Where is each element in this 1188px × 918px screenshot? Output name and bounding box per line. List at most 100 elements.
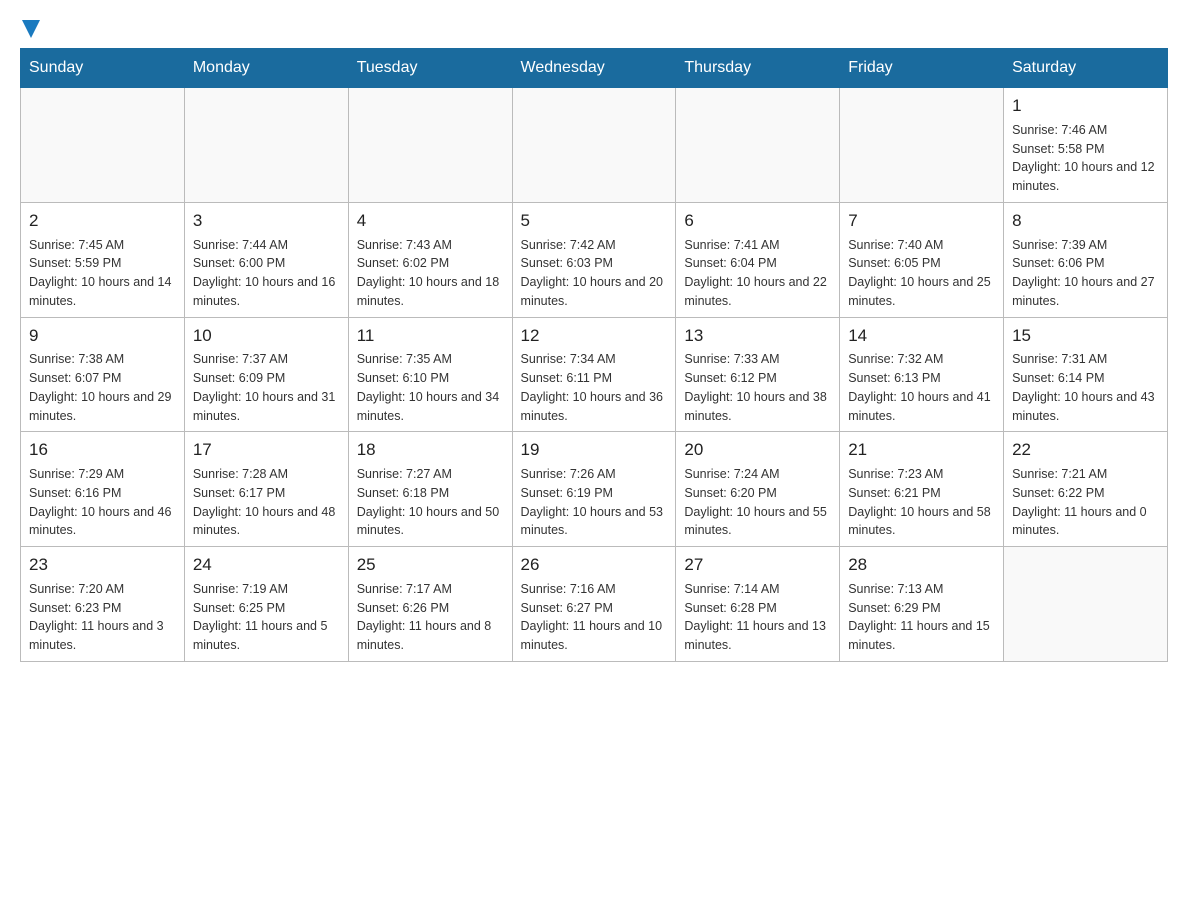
day-number: 15: [1012, 324, 1159, 348]
calendar-cell: 2 Sunrise: 7:45 AM Sunset: 5:59 PM Daylig…: [21, 202, 185, 317]
calendar-cell: 1 Sunrise: 7:46 AM Sunset: 5:58 PM Daylig…: [1004, 88, 1168, 203]
day-info: Sunrise: 7:35 AM Sunset: 6:10 PM Dayligh…: [357, 350, 504, 425]
day-info: Sunrise: 7:37 AM Sunset: 6:09 PM Dayligh…: [193, 350, 340, 425]
weekday-header-thursday: Thursday: [676, 49, 840, 88]
calendar-cell: 4 Sunrise: 7:43 AM Sunset: 6:02 PM Daylig…: [348, 202, 512, 317]
day-info: Sunrise: 7:13 AM Sunset: 6:29 PM Dayligh…: [848, 580, 995, 655]
day-number: 22: [1012, 438, 1159, 462]
calendar-cell: 18 Sunrise: 7:27 AM Sunset: 6:18 PM Dayli…: [348, 432, 512, 547]
day-info: Sunrise: 7:33 AM Sunset: 6:12 PM Dayligh…: [684, 350, 831, 425]
calendar-cell: [184, 88, 348, 203]
day-info: Sunrise: 7:20 AM Sunset: 6:23 PM Dayligh…: [29, 580, 176, 655]
day-number: 7: [848, 209, 995, 233]
calendar-cell: 11Sunrise: 7:35 AM Sunset: 6:10 PM Dayli…: [348, 317, 512, 432]
calendar-cell: 20Sunrise: 7:24 AM Sunset: 6:20 PM Dayli…: [676, 432, 840, 547]
logo: [20, 20, 40, 38]
day-number: 2: [29, 209, 176, 233]
day-number: 1: [1012, 94, 1159, 118]
day-info: Sunrise: 7:24 AM Sunset: 6:20 PM Dayligh…: [684, 465, 831, 540]
day-number: 3: [193, 209, 340, 233]
day-info: Sunrise: 7:38 AM Sunset: 6:07 PM Dayligh…: [29, 350, 176, 425]
calendar-cell: 17 Sunrise: 7:28 AM Sunset: 6:17 PM Dayli…: [184, 432, 348, 547]
day-number: 4: [357, 209, 504, 233]
calendar-cell: 16 Sunrise: 7:29 AM Sunset: 6:16 PM Dayli…: [21, 432, 185, 547]
day-info: Sunrise: 7:29 AM Sunset: 6:16 PM Dayligh…: [29, 465, 176, 540]
day-number: 26: [521, 553, 668, 577]
day-number: 17: [193, 438, 340, 462]
day-info: Sunrise: 7:34 AM Sunset: 6:11 PM Dayligh…: [521, 350, 668, 425]
calendar-table: SundayMondayTuesdayWednesdayThursdayFrid…: [20, 48, 1168, 662]
calendar-cell: [512, 88, 676, 203]
day-info: Sunrise: 7:26 AM Sunset: 6:19 PM Dayligh…: [521, 465, 668, 540]
calendar-cell: [348, 88, 512, 203]
day-info: Sunrise: 7:32 AM Sunset: 6:13 PM Dayligh…: [848, 350, 995, 425]
calendar-cell: 26 Sunrise: 7:16 AM Sunset: 6:27 PM Dayli…: [512, 547, 676, 662]
weekday-header-sunday: Sunday: [21, 49, 185, 88]
day-info: Sunrise: 7:39 AM Sunset: 6:06 PM Dayligh…: [1012, 236, 1159, 311]
calendar-cell: [21, 88, 185, 203]
calendar-cell: 19 Sunrise: 7:26 AM Sunset: 6:19 PM Dayli…: [512, 432, 676, 547]
week-row-2: 2 Sunrise: 7:45 AM Sunset: 5:59 PM Daylig…: [21, 202, 1168, 317]
day-number: 27: [684, 553, 831, 577]
calendar-cell: [676, 88, 840, 203]
calendar-cell: 25 Sunrise: 7:17 AM Sunset: 6:26 PM Dayli…: [348, 547, 512, 662]
day-number: 25: [357, 553, 504, 577]
calendar-cell: [840, 88, 1004, 203]
day-info: Sunrise: 7:31 AM Sunset: 6:14 PM Dayligh…: [1012, 350, 1159, 425]
calendar-cell: 28 Sunrise: 7:13 AM Sunset: 6:29 PM Dayli…: [840, 547, 1004, 662]
day-info: Sunrise: 7:43 AM Sunset: 6:02 PM Dayligh…: [357, 236, 504, 311]
day-number: 23: [29, 553, 176, 577]
day-number: 18: [357, 438, 504, 462]
calendar-cell: 7Sunrise: 7:40 AM Sunset: 6:05 PM Daylig…: [840, 202, 1004, 317]
calendar-cell: 10Sunrise: 7:37 AM Sunset: 6:09 PM Dayli…: [184, 317, 348, 432]
day-info: Sunrise: 7:46 AM Sunset: 5:58 PM Dayligh…: [1012, 121, 1159, 196]
day-number: 19: [521, 438, 668, 462]
day-number: 28: [848, 553, 995, 577]
calendar-cell: 15Sunrise: 7:31 AM Sunset: 6:14 PM Dayli…: [1004, 317, 1168, 432]
day-number: 21: [848, 438, 995, 462]
calendar-cell: 9Sunrise: 7:38 AM Sunset: 6:07 PM Daylig…: [21, 317, 185, 432]
day-info: Sunrise: 7:45 AM Sunset: 5:59 PM Dayligh…: [29, 236, 176, 311]
page-header: [20, 20, 1168, 38]
day-number: 24: [193, 553, 340, 577]
calendar-cell: 13Sunrise: 7:33 AM Sunset: 6:12 PM Dayli…: [676, 317, 840, 432]
day-info: Sunrise: 7:16 AM Sunset: 6:27 PM Dayligh…: [521, 580, 668, 655]
week-row-4: 16 Sunrise: 7:29 AM Sunset: 6:16 PM Dayli…: [21, 432, 1168, 547]
day-info: Sunrise: 7:19 AM Sunset: 6:25 PM Dayligh…: [193, 580, 340, 655]
calendar-cell: 22 Sunrise: 7:21 AM Sunset: 6:22 PM Dayli…: [1004, 432, 1168, 547]
calendar-cell: 24 Sunrise: 7:19 AM Sunset: 6:25 PM Dayli…: [184, 547, 348, 662]
day-number: 9: [29, 324, 176, 348]
day-number: 14: [848, 324, 995, 348]
day-info: Sunrise: 7:14 AM Sunset: 6:28 PM Dayligh…: [684, 580, 831, 655]
day-info: Sunrise: 7:42 AM Sunset: 6:03 PM Dayligh…: [521, 236, 668, 311]
day-info: Sunrise: 7:41 AM Sunset: 6:04 PM Dayligh…: [684, 236, 831, 311]
day-info: Sunrise: 7:28 AM Sunset: 6:17 PM Dayligh…: [193, 465, 340, 540]
day-info: Sunrise: 7:17 AM Sunset: 6:26 PM Dayligh…: [357, 580, 504, 655]
day-info: Sunrise: 7:21 AM Sunset: 6:22 PM Dayligh…: [1012, 465, 1159, 540]
calendar-cell: 12Sunrise: 7:34 AM Sunset: 6:11 PM Dayli…: [512, 317, 676, 432]
day-number: 10: [193, 324, 340, 348]
calendar-cell: 23 Sunrise: 7:20 AM Sunset: 6:23 PM Dayli…: [21, 547, 185, 662]
day-number: 6: [684, 209, 831, 233]
calendar-cell: 5Sunrise: 7:42 AM Sunset: 6:03 PM Daylig…: [512, 202, 676, 317]
weekday-header-tuesday: Tuesday: [348, 49, 512, 88]
day-number: 16: [29, 438, 176, 462]
week-row-5: 23 Sunrise: 7:20 AM Sunset: 6:23 PM Dayli…: [21, 547, 1168, 662]
day-info: Sunrise: 7:44 AM Sunset: 6:00 PM Dayligh…: [193, 236, 340, 311]
day-number: 11: [357, 324, 504, 348]
logo-triangle-icon: [22, 20, 40, 38]
calendar-cell: 6 Sunrise: 7:41 AM Sunset: 6:04 PM Daylig…: [676, 202, 840, 317]
day-info: Sunrise: 7:23 AM Sunset: 6:21 PM Dayligh…: [848, 465, 995, 540]
weekday-header-row: SundayMondayTuesdayWednesdayThursdayFrid…: [21, 49, 1168, 88]
weekday-header-monday: Monday: [184, 49, 348, 88]
calendar-cell: [1004, 547, 1168, 662]
calendar-cell: 21 Sunrise: 7:23 AM Sunset: 6:21 PM Dayli…: [840, 432, 1004, 547]
weekday-header-wednesday: Wednesday: [512, 49, 676, 88]
week-row-1: 1 Sunrise: 7:46 AM Sunset: 5:58 PM Daylig…: [21, 88, 1168, 203]
calendar-cell: 14Sunrise: 7:32 AM Sunset: 6:13 PM Dayli…: [840, 317, 1004, 432]
day-info: Sunrise: 7:27 AM Sunset: 6:18 PM Dayligh…: [357, 465, 504, 540]
calendar-cell: 3 Sunrise: 7:44 AM Sunset: 6:00 PM Daylig…: [184, 202, 348, 317]
weekday-header-friday: Friday: [840, 49, 1004, 88]
weekday-header-saturday: Saturday: [1004, 49, 1168, 88]
week-row-3: 9Sunrise: 7:38 AM Sunset: 6:07 PM Daylig…: [21, 317, 1168, 432]
